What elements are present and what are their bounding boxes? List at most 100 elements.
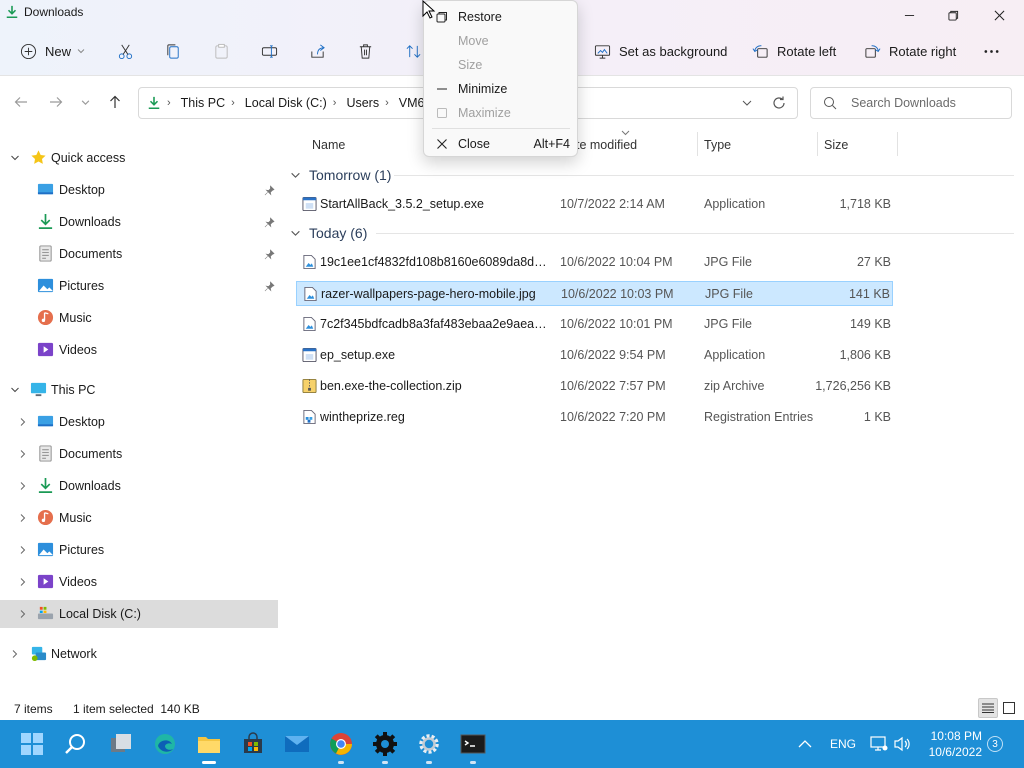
breadcrumb-users[interactable]: Users xyxy=(346,96,379,110)
language-indicator[interactable]: ENG xyxy=(830,720,856,768)
chevron-right-icon[interactable] xyxy=(18,609,28,619)
chevron-right-icon[interactable] xyxy=(18,545,28,555)
taskbar-clock[interactable]: 10:08 PM 10/6/2022 xyxy=(918,728,982,760)
sidebar-item-pc-music[interactable]: Music xyxy=(0,504,278,532)
terminal-button[interactable] xyxy=(459,730,487,764)
table-row[interactable]: StartAllBack_3.5.2_setup.exe 10/7/2022 2… xyxy=(296,192,893,217)
download-icon xyxy=(38,477,53,493)
store-button[interactable] xyxy=(239,730,267,758)
new-button[interactable]: New xyxy=(20,38,85,64)
sidebar-item-qa-music[interactable]: Music xyxy=(0,304,278,332)
menu-item-minimize[interactable]: Minimize xyxy=(428,78,574,100)
chevron-right-icon[interactable] xyxy=(18,417,28,427)
sidebar-item-this-pc[interactable]: This PC xyxy=(0,376,278,404)
table-row[interactable]: ben.exe-the-collection.zip 10/6/2022 7:5… xyxy=(296,374,893,399)
file-size: 1,718 KB xyxy=(839,197,891,211)
desktop-icon xyxy=(37,415,54,427)
set-as-background-button[interactable]: Set as background xyxy=(594,38,727,64)
menu-item-restore[interactable]: Restore xyxy=(428,6,574,28)
column-separator[interactable] xyxy=(817,132,818,156)
rotate-left-button[interactable]: Rotate left xyxy=(752,38,836,64)
task-view-button[interactable] xyxy=(107,730,135,758)
volume-icon xyxy=(894,736,910,752)
sort-button[interactable] xyxy=(405,38,422,64)
pin-icon[interactable] xyxy=(264,249,275,260)
table-row[interactable]: 7c2f345bdfcadb8a3faf483ebaa2e9aea712... … xyxy=(296,312,893,337)
copy-button[interactable] xyxy=(165,38,182,64)
rotate-right-button[interactable]: Rotate right xyxy=(864,38,956,64)
see-more-button[interactable] xyxy=(983,38,1000,64)
chevron-right-icon[interactable] xyxy=(18,577,28,587)
sidebar-item-quick-access[interactable]: Quick access xyxy=(0,144,278,172)
notification-badge[interactable]: 3 xyxy=(987,736,1003,752)
breadcrumb-vm6[interactable]: VM6 xyxy=(399,96,425,110)
breadcrumb-this-pc[interactable]: This PC xyxy=(181,96,225,110)
taskbar-search-button[interactable] xyxy=(62,730,90,758)
file-name: ep_setup.exe xyxy=(320,348,396,362)
breadcrumb-separator: › xyxy=(231,97,235,109)
cut-button[interactable] xyxy=(117,38,134,64)
recent-locations-button[interactable] xyxy=(78,93,92,111)
refresh-icon[interactable] xyxy=(771,95,787,111)
sidebar-item-qa-videos[interactable]: Videos xyxy=(0,336,278,364)
back-button[interactable] xyxy=(12,93,30,111)
chevron-right-icon[interactable] xyxy=(10,649,20,659)
column-header-type[interactable]: Type xyxy=(704,130,731,160)
column-separator[interactable] xyxy=(897,132,898,156)
sidebar-item-qa-desktop[interactable]: Desktop xyxy=(0,176,278,204)
chevron-down-icon[interactable] xyxy=(741,97,753,109)
details-view-button[interactable] xyxy=(978,698,998,718)
sidebar-item-pc-documents[interactable]: Documents xyxy=(0,440,278,468)
settings-button[interactable] xyxy=(415,730,443,764)
sidebar-item-network[interactable]: Network xyxy=(0,640,278,668)
file-explorer-button[interactable] xyxy=(195,730,223,764)
store-icon xyxy=(244,732,262,753)
menu-item-close[interactable]: Close Alt+F4 xyxy=(428,133,574,155)
app-gear-button[interactable] xyxy=(371,730,399,764)
tiles-view-button[interactable] xyxy=(999,698,1019,718)
table-row-selected[interactable]: razer-wallpapers-page-hero-mobile.jpg 10… xyxy=(296,281,893,306)
column-separator[interactable] xyxy=(697,132,698,156)
status-bar: 7 items 1 item selected 140 KB xyxy=(0,698,1024,720)
column-header-name[interactable]: Name xyxy=(312,130,345,160)
sidebar-item-pc-desktop[interactable]: Desktop xyxy=(0,408,278,436)
forward-button[interactable] xyxy=(47,93,65,111)
sidebar-item-pc-downloads[interactable]: Downloads xyxy=(0,472,278,500)
pin-icon[interactable] xyxy=(264,281,275,292)
group-header-today[interactable]: Today (6) xyxy=(286,222,367,244)
rename-button[interactable] xyxy=(261,38,278,64)
group-header-tomorrow[interactable]: Tomorrow (1) xyxy=(286,164,391,186)
sidebar-item-qa-downloads[interactable]: Downloads xyxy=(0,208,278,236)
start-button[interactable] xyxy=(18,730,46,758)
show-hidden-icons-button[interactable] xyxy=(798,720,812,768)
close-button[interactable] xyxy=(976,0,1022,30)
chevron-right-icon[interactable] xyxy=(18,481,28,491)
column-header-size[interactable]: Size xyxy=(824,130,848,160)
table-row[interactable]: wintheprize.reg 10/6/2022 7:20 PM Regist… xyxy=(296,405,893,430)
mail-button[interactable] xyxy=(283,730,311,758)
share-button[interactable] xyxy=(309,38,326,64)
up-button[interactable] xyxy=(106,93,124,111)
edge-button[interactable] xyxy=(151,730,179,758)
restore-button[interactable] xyxy=(930,0,976,30)
sidebar-item-pc-local-disk[interactable]: Local Disk (C:) xyxy=(0,600,278,628)
volume-tray-button[interactable] xyxy=(894,720,912,768)
chevron-right-icon[interactable] xyxy=(18,449,28,459)
pin-icon[interactable] xyxy=(264,185,275,196)
sidebar-item-pc-videos[interactable]: Videos xyxy=(0,568,278,596)
sidebar-item-qa-pictures[interactable]: Pictures xyxy=(0,272,278,300)
running-indicator xyxy=(426,761,432,764)
sidebar-item-pc-pictures[interactable]: Pictures xyxy=(0,536,278,564)
chevron-right-icon[interactable] xyxy=(18,513,28,523)
pin-icon[interactable] xyxy=(264,217,275,228)
table-row[interactable]: ep_setup.exe 10/6/2022 9:54 PM Applicati… xyxy=(296,343,893,368)
chrome-button[interactable] xyxy=(327,730,355,764)
table-row[interactable]: 19c1ee1cf4832fd108b8160e6089da8d.jpg 10/… xyxy=(296,250,893,275)
delete-button[interactable] xyxy=(357,38,374,64)
search-input[interactable]: Search Downloads xyxy=(810,87,1012,119)
sidebar-item-qa-documents[interactable]: Documents xyxy=(0,240,278,268)
minimize-button[interactable] xyxy=(886,0,932,30)
paste-button[interactable] xyxy=(213,38,230,64)
breadcrumb-local-disk[interactable]: Local Disk (C:) xyxy=(245,96,327,110)
network-tray-button[interactable] xyxy=(870,720,888,768)
